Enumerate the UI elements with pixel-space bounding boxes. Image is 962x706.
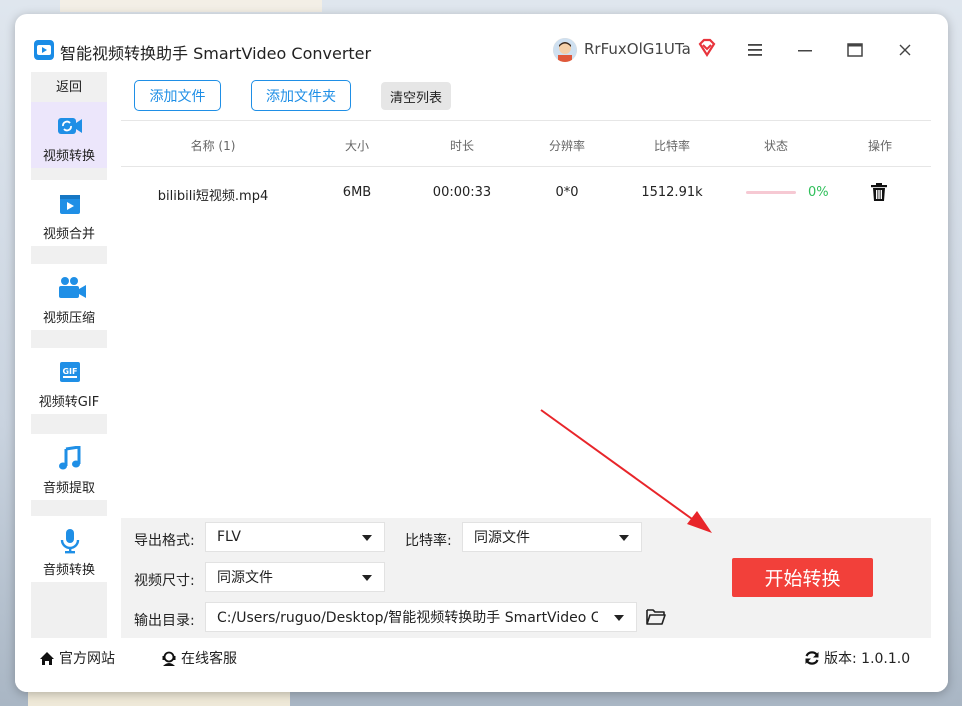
chevron-down-icon <box>619 535 629 541</box>
chevron-down-icon <box>362 535 372 541</box>
format-select-value: FLV <box>217 529 241 545</box>
trash-icon[interactable] <box>871 183 887 201</box>
column-header-name: 名称 (1) <box>190 139 236 153</box>
video-size-label: 视频尺寸: <box>134 573 195 589</box>
sidebar: 返回 视频转换 视频合并 视频压缩 GIF 视频转GIF 音频提取 音频转换 <box>31 72 107 638</box>
file-duration-cell: 00:00:33 <box>432 185 492 200</box>
column-header-resolution: 分辨率 <box>548 139 586 153</box>
sidebar-item-audio-extract[interactable]: 音频提取 <box>31 434 107 500</box>
version-info[interactable]: 版本: 1.0.1.0 <box>804 648 910 668</box>
sidebar-item-video-gif[interactable]: GIF 视频转GIF <box>31 348 107 414</box>
column-header-duration: 时长 <box>449 139 475 153</box>
bitrate-label: 比特率: <box>405 533 452 549</box>
progress-percent: 0% <box>808 185 829 200</box>
format-label: 导出格式: <box>134 533 195 549</box>
app-logo-icon <box>34 40 54 60</box>
folder-open-icon[interactable] <box>646 608 666 626</box>
sidebar-item-label: 音频转换 <box>42 563 95 578</box>
vip-diamond-icon[interactable] <box>697 38 717 62</box>
column-header-size: 大小 <box>344 139 370 153</box>
app-title: 智能视频转换助手 SmartVideo Converter <box>60 44 372 63</box>
sidebar-item-audio-convert[interactable]: 音频转换 <box>31 516 107 582</box>
sidebar-item-video-convert[interactable]: 视频转换 <box>31 102 107 168</box>
customer-service-icon <box>162 651 176 666</box>
username[interactable]: RrFuxOlG1UTa <box>584 40 691 58</box>
video-compress-icon <box>57 276 86 300</box>
gif-icon: GIF <box>57 360 83 384</box>
video-size-select-value: 同源文件 <box>217 570 273 586</box>
footer-bar: 官方网站 在线客服 版本: 1.0.1.0 <box>15 638 948 692</box>
video-merge-icon <box>57 192 83 216</box>
home-icon <box>40 651 54 665</box>
video-convert-icon <box>57 114 83 138</box>
close-icon[interactable] <box>893 38 917 62</box>
table-header-divider <box>121 166 931 167</box>
toolbar-divider <box>121 120 931 121</box>
column-header-bitrate: 比特率 <box>653 139 691 153</box>
file-resolution-cell: 0*0 <box>555 185 579 200</box>
background-strip-top <box>60 0 322 12</box>
bitrate-select-value: 同源文件 <box>474 530 530 546</box>
official-website-label: 官方网站 <box>59 651 115 667</box>
clear-list-button[interactable]: 清空列表 <box>381 82 451 110</box>
title-bar: 智能视频转换助手 SmartVideo Converter RrFuxOlG1U… <box>15 14 948 76</box>
column-header-action: 操作 <box>867 139 893 153</box>
output-dir-select[interactable]: C:/Users/ruguo/Desktop/智能视频转换助手 SmartVid… <box>205 602 637 632</box>
format-select[interactable]: FLV <box>205 522 385 552</box>
file-bitrate-cell: 1512.91k <box>641 185 703 200</box>
music-note-icon <box>57 445 83 470</box>
sidebar-item-label: 视频转换 <box>42 149 95 164</box>
svg-text:GIF: GIF <box>62 367 77 376</box>
microphone-icon <box>57 528 83 554</box>
sidebar-item-video-compress[interactable]: 视频压缩 <box>31 264 107 330</box>
start-convert-button[interactable]: 开始转换 <box>732 558 873 597</box>
file-size-cell: 6MB <box>342 185 372 200</box>
back-button[interactable]: 返回 <box>31 76 107 100</box>
output-dir-value: C:/Users/ruguo/Desktop/智能视频转换助手 SmartVid… <box>217 610 598 626</box>
add-folder-button[interactable]: 添加文件夹 <box>251 80 351 111</box>
sidebar-item-label: 视频压缩 <box>42 311 95 326</box>
output-dir-label: 输出目录: <box>134 613 195 629</box>
minimize-icon[interactable] <box>793 38 817 62</box>
online-support-label: 在线客服 <box>181 651 237 667</box>
app-window: 智能视频转换助手 SmartVideo Converter RrFuxOlG1U… <box>15 14 948 692</box>
official-website-link[interactable]: 官方网站 <box>39 648 115 668</box>
user-avatar[interactable] <box>553 38 577 62</box>
version-label: 版本: 1.0.1.0 <box>824 651 911 667</box>
bitrate-select[interactable]: 同源文件 <box>462 522 642 552</box>
column-header-status: 状态 <box>763 139 789 153</box>
chevron-down-icon <box>614 615 624 621</box>
hamburger-menu-icon[interactable] <box>743 38 767 62</box>
online-support-link[interactable]: 在线客服 <box>161 648 237 668</box>
video-size-select[interactable]: 同源文件 <box>205 562 385 592</box>
sidebar-item-label: 音频提取 <box>42 481 95 496</box>
sidebar-item-label: 视频转GIF <box>38 395 100 410</box>
chevron-down-icon <box>362 575 372 581</box>
refresh-icon <box>805 651 819 665</box>
maximize-icon[interactable] <box>843 38 867 62</box>
progress-bar <box>746 191 796 194</box>
file-name-cell: bilibili短视频.mp4 <box>157 189 269 204</box>
sidebar-item-label: 视频合并 <box>42 227 95 242</box>
sidebar-item-video-merge[interactable]: 视频合并 <box>31 180 107 246</box>
add-file-button[interactable]: 添加文件 <box>134 80 221 111</box>
